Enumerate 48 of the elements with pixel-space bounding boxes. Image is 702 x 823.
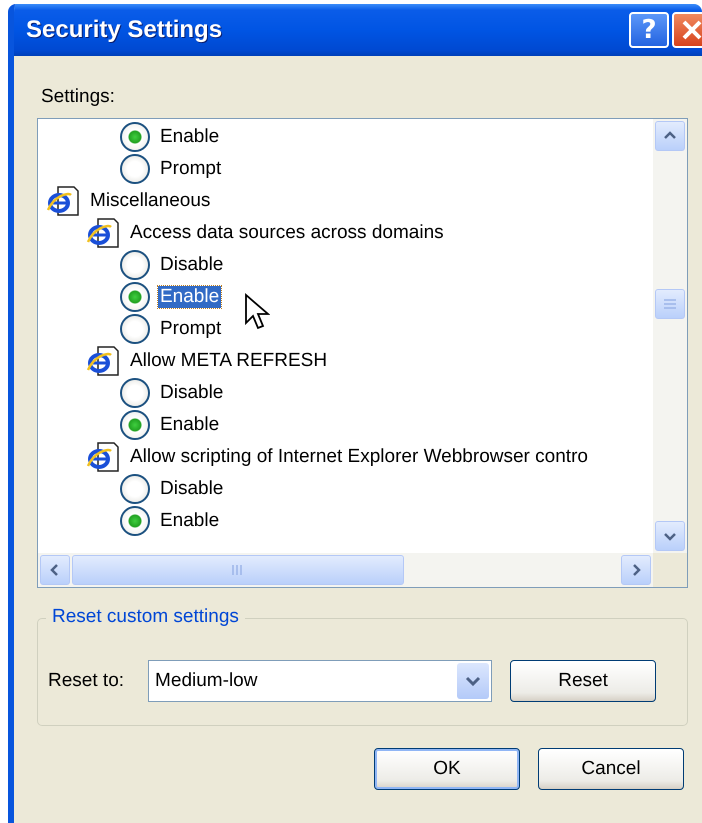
close-button[interactable] [672,12,702,48]
option-label[interactable]: Disable [158,478,226,500]
option-label[interactable]: Disable [158,254,226,276]
radio-button[interactable] [120,250,150,280]
category-label: Miscellaneous [89,190,212,212]
radio-button[interactable] [120,378,150,408]
scroll-up-button[interactable] [655,121,685,151]
option-label[interactable]: Enable [158,286,222,308]
reset-to-label: Reset to: [48,670,124,692]
radio-button[interactable] [120,506,150,536]
ie-document-icon [86,218,120,248]
setting-label: Access data sources across domains [129,222,445,244]
radio-button[interactable] [120,314,150,344]
scroll-right-button[interactable] [621,555,651,585]
scroll-left-button[interactable] [40,555,70,585]
horizontal-scrollbar[interactable] [38,553,653,587]
reset-button[interactable]: Reset [510,660,656,702]
option-label[interactable]: Enable [158,510,222,532]
radio-button[interactable] [120,474,150,504]
help-button[interactable]: ? [629,12,669,48]
setting-label: Allow META REFRESH [129,350,328,372]
scrollbar-corner [653,553,687,587]
radio-button[interactable] [120,410,150,440]
option-label[interactable]: Disable [158,382,226,404]
ie-document-icon [86,442,120,472]
scroll-down-button[interactable] [655,521,685,551]
ie-document-icon [86,346,120,376]
scroll-thumb[interactable] [655,289,685,319]
close-icon [681,19,702,41]
option-label[interactable]: Prompt [158,158,224,180]
vertical-scrollbar[interactable] [653,119,687,553]
dropdown-icon[interactable] [457,663,490,699]
radio-button[interactable] [120,282,150,312]
scroll-thumb[interactable] [72,555,404,585]
group-legend: Reset custom settings [46,606,245,628]
option-label[interactable]: Prompt [158,318,224,340]
setting-label: Allow scripting of Internet Explorer Webbrowser contro [129,446,589,468]
radio-button[interactable] [120,122,150,152]
reset-level-dropdown[interactable]: Medium-low [148,660,492,702]
radio-button[interactable] [120,154,150,184]
option-label[interactable]: Enable [158,126,222,148]
window-title: Security Settings [26,16,224,44]
option-label[interactable]: Enable [158,414,222,436]
ie-document-icon [46,186,80,216]
ok-button[interactable]: OK [374,748,520,790]
pointer-icon [244,293,270,331]
cancel-button[interactable]: Cancel [538,748,684,790]
settings-label: Settings: [41,86,116,108]
